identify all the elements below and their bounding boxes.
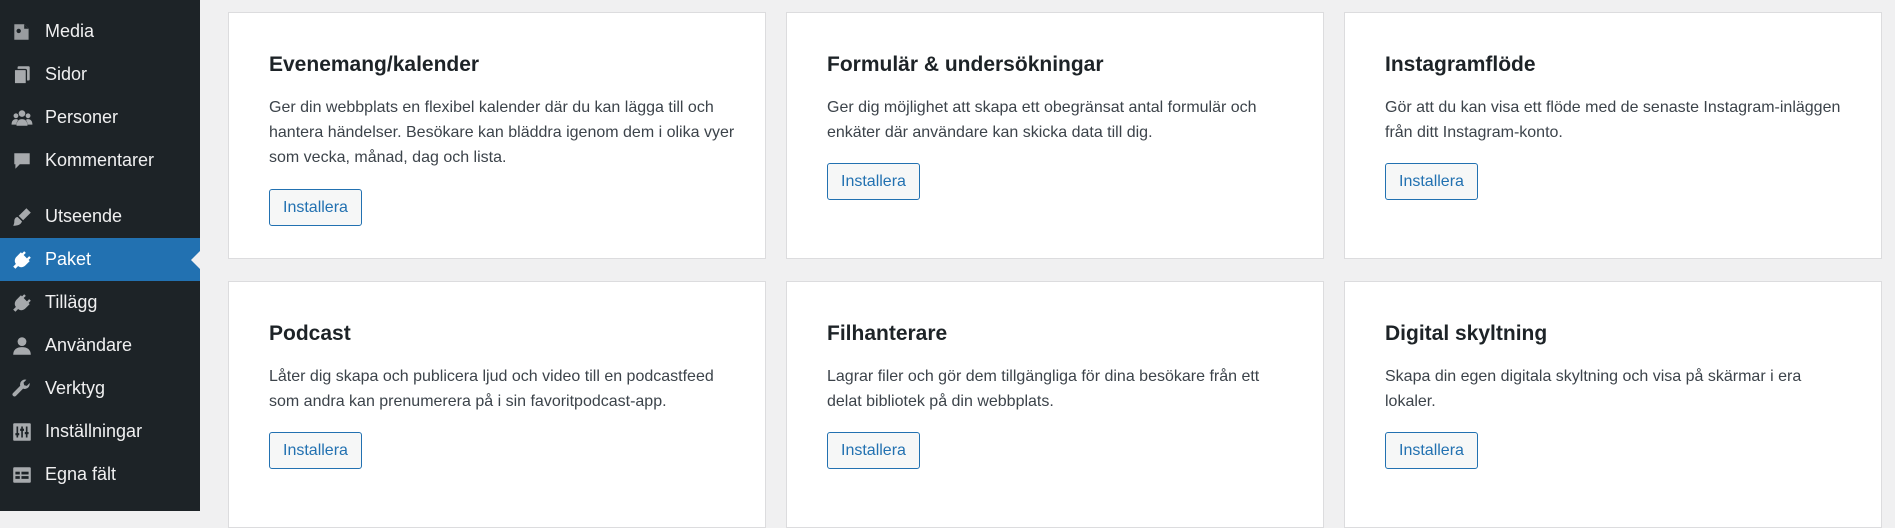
- card-title: Filhanterare: [827, 322, 948, 345]
- install-button[interactable]: Installera: [269, 432, 362, 469]
- install-button[interactable]: Installera: [827, 432, 920, 469]
- card-title: Evenemang/kalender: [269, 53, 480, 76]
- sidebar-item-label: Media: [45, 21, 95, 41]
- install-button[interactable]: Installera: [827, 163, 920, 200]
- sidebar-item-label: Sidor: [45, 64, 88, 84]
- package-card-evenemang: Evenemang/kalender Ger din webbplats en …: [228, 12, 766, 259]
- user-icon: [10, 334, 34, 358]
- sidebar-item-label: Inställningar: [45, 421, 143, 441]
- table-grid-icon: [10, 463, 34, 487]
- package-card-digital-skyltning: Digital skyltning Skapa din egen digital…: [1344, 281, 1882, 528]
- package-card-podcast: Podcast Låter dig skapa och publicera lj…: [228, 281, 766, 528]
- sidebar-item-paket[interactable]: Paket: [0, 238, 200, 281]
- install-button[interactable]: Installera: [1385, 163, 1478, 200]
- card-title: Formulär & undersökningar: [827, 53, 1104, 76]
- card-description: Ger dig möjlighet att skapa ett obegräns…: [827, 99, 1257, 141]
- sidebar-item-label: Utseende: [45, 206, 123, 226]
- card-description: Låter dig skapa och publicera ljud och v…: [269, 368, 714, 410]
- card-title: Digital skyltning: [1385, 322, 1548, 345]
- sidebar-item-tillagg[interactable]: Tillägg: [0, 281, 200, 324]
- sidebar-item-egna-falt[interactable]: Egna fält: [0, 453, 200, 496]
- sidebar-item-verktyg[interactable]: Verktyg: [0, 367, 200, 410]
- sidebar-item-label: Tillägg: [45, 292, 98, 312]
- plugin-plug-icon: [10, 291, 34, 315]
- wrench-icon: [10, 377, 34, 401]
- media-icon: [10, 20, 34, 44]
- sidebar-item-anvandare[interactable]: Användare: [0, 324, 200, 367]
- card-title: Instagramflöde: [1385, 53, 1536, 76]
- sidebar-item-label: Personer: [45, 107, 119, 127]
- sidebar-item-sidor[interactable]: Sidor: [0, 53, 200, 96]
- install-button[interactable]: Installera: [269, 189, 362, 226]
- appearance-brush-icon: [10, 205, 34, 229]
- pages-icon: [10, 63, 34, 87]
- sidebar-item-personer[interactable]: Personer: [0, 96, 200, 139]
- package-card-formular: Formulär & undersökningar Ger dig möjlig…: [786, 12, 1324, 259]
- sidebar-item-label: Egna fält: [45, 464, 117, 484]
- sidebar-item-kommentarer[interactable]: Kommentarer: [0, 139, 200, 182]
- card-description: Lagrar filer och gör dem tillgängliga fö…: [827, 368, 1260, 410]
- settings-sliders-icon: [10, 420, 34, 444]
- card-description: Gör att du kan visa ett flöde med de sen…: [1385, 99, 1841, 141]
- comments-icon: [10, 149, 34, 173]
- sidebar-item-label: Kommentarer: [45, 150, 155, 170]
- sidebar-item-label: Paket: [45, 249, 92, 269]
- sidebar-item-label: Användare: [45, 335, 133, 355]
- plugin-plug-icon: [10, 248, 34, 272]
- package-card-instagram: Instagramflöde Gör att du kan visa ett f…: [1344, 12, 1882, 259]
- card-description: Skapa din egen digitala skyltning och vi…: [1385, 368, 1802, 410]
- package-card-filhanterare: Filhanterare Lagrar filer och gör dem ti…: [786, 281, 1324, 528]
- install-button[interactable]: Installera: [1385, 432, 1478, 469]
- sidebar-item-media[interactable]: Media: [0, 10, 200, 53]
- sidebar-item-utseende[interactable]: Utseende: [0, 195, 200, 238]
- sidebar-item-label: Verktyg: [45, 378, 106, 398]
- people-icon: [10, 106, 34, 130]
- card-title: Podcast: [269, 322, 351, 345]
- admin-sidebar: Media Sidor Personer Kommentarer Utseend…: [0, 0, 200, 511]
- card-description: Ger din webbplats en flexibel kalender d…: [269, 99, 735, 166]
- sidebar-item-installningar[interactable]: Inställningar: [0, 410, 200, 453]
